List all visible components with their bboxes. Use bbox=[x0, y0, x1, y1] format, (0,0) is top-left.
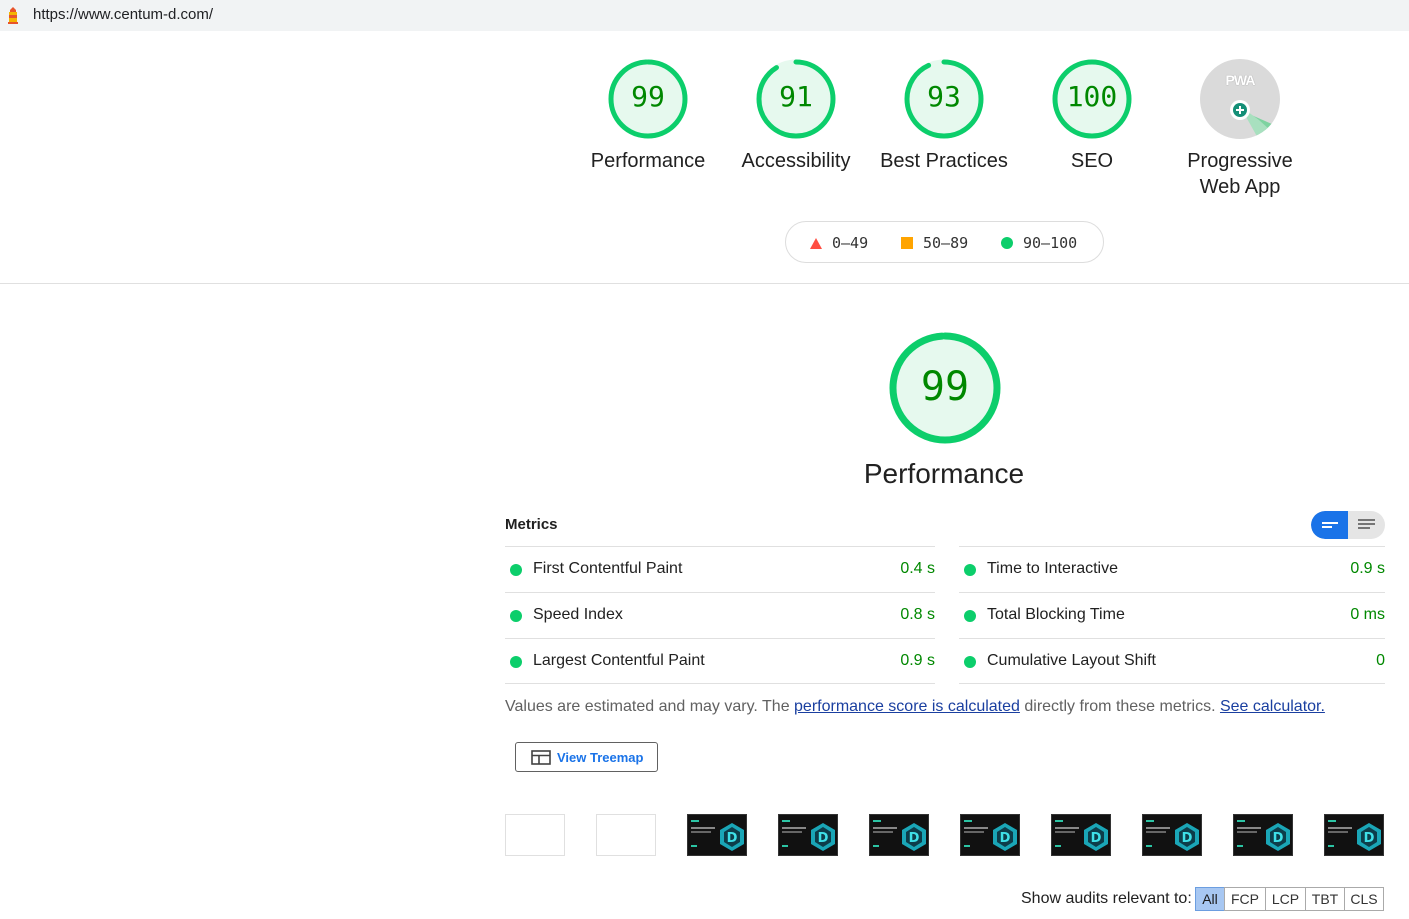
svg-text:D: D bbox=[727, 831, 738, 846]
gauge-best-practices[interactable]: 93 Best Practices bbox=[874, 58, 1014, 174]
gauge-label-line2: Web App bbox=[1199, 176, 1281, 198]
performance-title: Performance bbox=[863, 458, 1025, 489]
pwa-badge-text: PWA bbox=[1225, 72, 1256, 88]
svg-text:D: D bbox=[1182, 831, 1193, 846]
square-icon bbox=[901, 237, 913, 249]
filmstrip-frame: D bbox=[778, 814, 838, 856]
expanded-lines-icon[interactable] bbox=[1348, 511, 1385, 539]
metric-cumulative-layout-shift: Cumulative Layout Shift 0 bbox=[959, 638, 1385, 684]
metrics-view-toggle[interactable] bbox=[1311, 511, 1385, 539]
pwa-badge-icon bbox=[1200, 59, 1280, 139]
see-calculator-link[interactable]: See calculator. bbox=[1220, 698, 1325, 715]
audit-filter-label: Show audits relevant to: bbox=[1021, 890, 1192, 907]
filmstrip-frame: D bbox=[960, 814, 1020, 856]
svg-text:D: D bbox=[1000, 831, 1011, 846]
pass-dot-icon bbox=[510, 564, 522, 576]
filmstrip-frame-blank bbox=[505, 814, 565, 856]
gauge-pwa[interactable]: PWA Progressive Web App bbox=[1170, 58, 1310, 200]
filmstrip-frame: D bbox=[1051, 814, 1111, 856]
svg-text:D: D bbox=[1273, 831, 1284, 846]
page-url[interactable]: https://www.centum-d.com/ bbox=[33, 6, 213, 23]
lighthouse-icon bbox=[8, 7, 18, 24]
metric-time-to-interactive: Time to Interactive 0.9 s bbox=[959, 546, 1385, 592]
svg-text:D: D bbox=[818, 831, 829, 846]
score-value: 100 bbox=[1066, 80, 1118, 113]
filmstrip-frame: D bbox=[1233, 814, 1293, 856]
filter-chip-all[interactable]: All bbox=[1195, 887, 1225, 911]
compact-lines-icon bbox=[1322, 522, 1338, 528]
pass-dot-icon bbox=[964, 610, 976, 622]
section-divider bbox=[0, 283, 1409, 284]
filter-chip-fcp[interactable]: FCP bbox=[1224, 887, 1266, 911]
svg-text:D: D bbox=[1091, 831, 1102, 846]
score-value: 91 bbox=[779, 80, 813, 113]
gauge-label-line1: Progressive bbox=[1187, 150, 1293, 172]
gauge-seo[interactable]: 100 SEO bbox=[1032, 58, 1152, 174]
metrics-divider bbox=[959, 683, 1385, 684]
score-value: 99 bbox=[631, 80, 665, 113]
circle-icon bbox=[1001, 237, 1013, 249]
metric-largest-contentful-paint: Largest Contentful Paint 0.9 s bbox=[505, 638, 935, 684]
legend-fail: 0–49 bbox=[810, 234, 868, 252]
performance-gauge-large: 99 bbox=[887, 330, 1003, 446]
gauge-label: Best Practices bbox=[880, 150, 1008, 172]
gauge-accessibility[interactable]: 91 Accessibility bbox=[736, 58, 856, 174]
address-bar: https://www.centum-d.com/ bbox=[0, 0, 1409, 31]
pass-dot-icon bbox=[510, 610, 522, 622]
filter-chip-tbt[interactable]: TBT bbox=[1305, 887, 1345, 911]
pass-dot-icon bbox=[964, 656, 976, 668]
filter-chip-lcp[interactable]: LCP bbox=[1265, 887, 1306, 911]
metric-total-blocking-time: Total Blocking Time 0 ms bbox=[959, 592, 1385, 638]
svg-text:D: D bbox=[909, 831, 920, 846]
metrics-note: Values are estimated and may vary. The p… bbox=[505, 698, 1325, 715]
view-treemap-button[interactable]: View Treemap bbox=[515, 742, 658, 772]
filmstrip-frame: D bbox=[1324, 814, 1384, 856]
gauge-label: Accessibility bbox=[741, 150, 851, 172]
performance-score-link[interactable]: performance score is calculated bbox=[794, 698, 1020, 715]
metric-speed-index: Speed Index 0.8 s bbox=[505, 592, 935, 638]
metric-first-contentful-paint: First Contentful Paint 0.4 s bbox=[505, 546, 935, 592]
toggle-compact-view[interactable] bbox=[1311, 511, 1348, 539]
filmstrip-frame: D bbox=[687, 814, 747, 856]
pass-dot-icon bbox=[964, 564, 976, 576]
gauge-label: SEO bbox=[1070, 150, 1114, 172]
legend-pass: 90–100 bbox=[1001, 234, 1077, 252]
metrics-divider bbox=[505, 683, 935, 684]
score-legend: 0–49 50–89 90–100 bbox=[785, 221, 1104, 263]
triangle-icon bbox=[810, 237, 822, 249]
gauge-label: Performance bbox=[590, 150, 706, 172]
score-value: 93 bbox=[927, 80, 961, 113]
svg-text:D: D bbox=[1364, 831, 1375, 846]
pass-dot-icon bbox=[510, 656, 522, 668]
filmstrip-frame: D bbox=[869, 814, 929, 856]
score-value: 99 bbox=[920, 364, 970, 410]
filmstrip-frame: D bbox=[1142, 814, 1202, 856]
filter-chip-cls[interactable]: CLS bbox=[1344, 887, 1384, 911]
filmstrip-frame-blank bbox=[596, 814, 656, 856]
legend-average: 50–89 bbox=[901, 234, 968, 252]
metrics-heading: Metrics bbox=[505, 516, 558, 533]
gauge-performance[interactable]: 99 Performance bbox=[588, 58, 708, 174]
treemap-icon bbox=[531, 750, 551, 765]
